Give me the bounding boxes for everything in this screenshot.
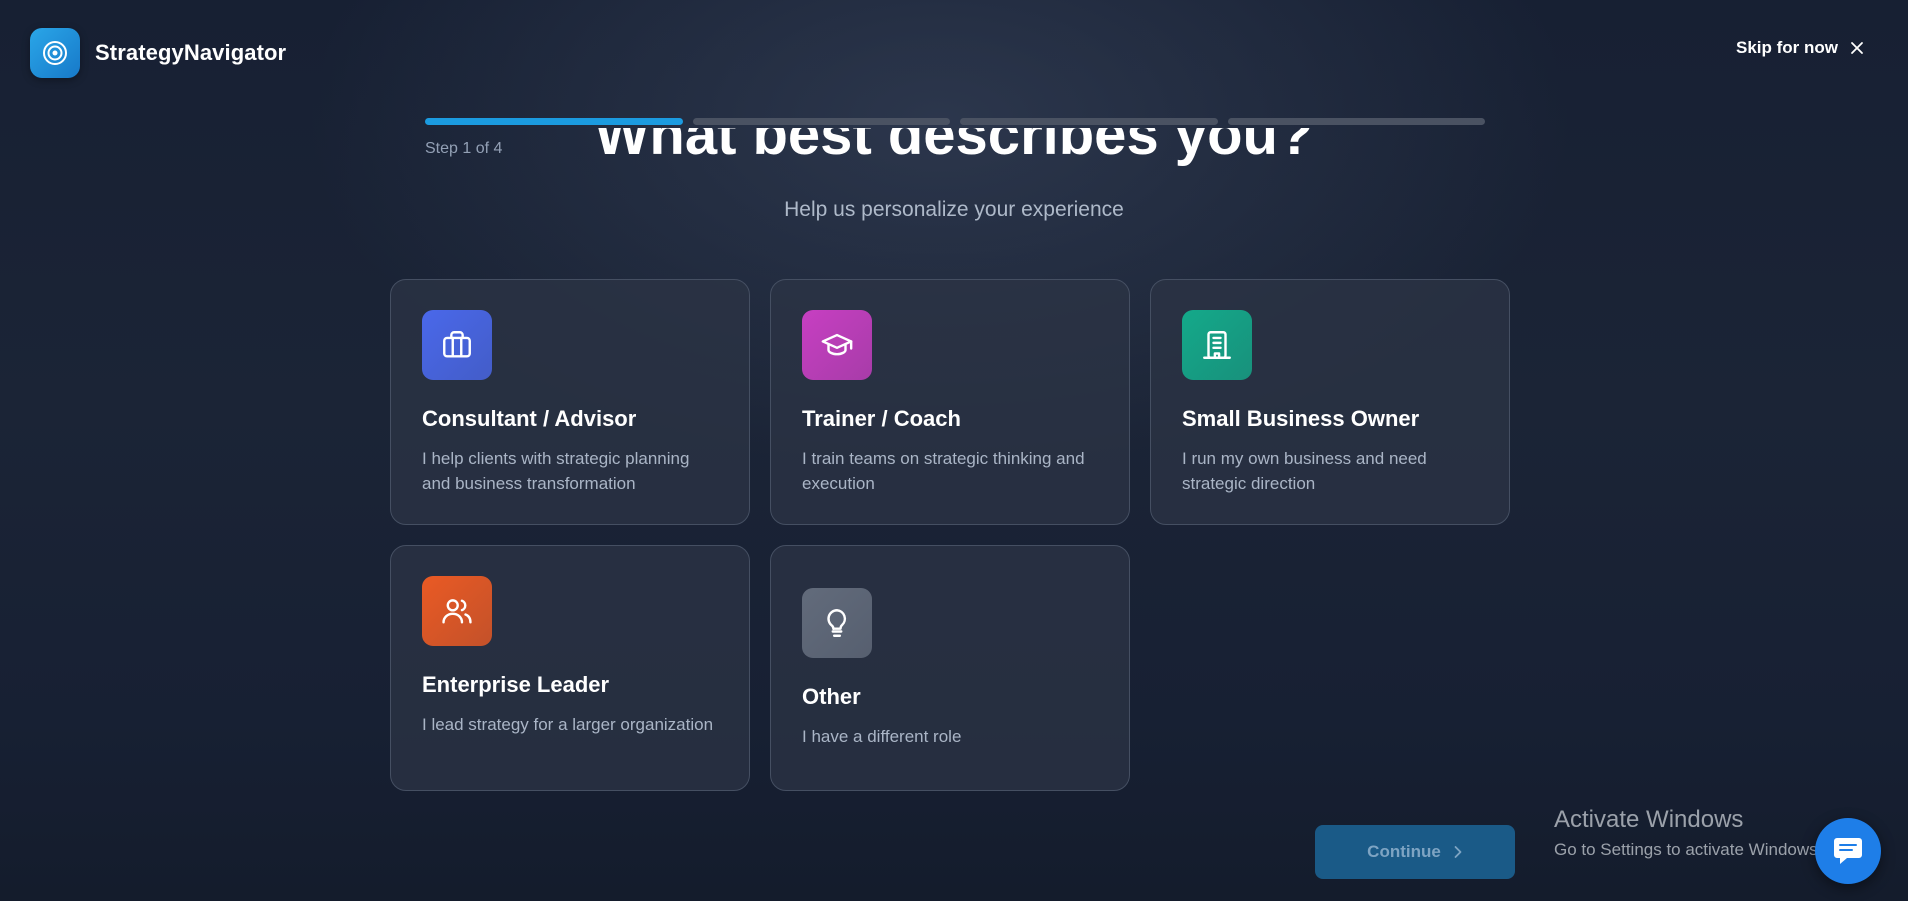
role-icon-box: [422, 310, 492, 380]
lightbulb-icon: [827, 609, 847, 637]
chat-bubble-icon: [1834, 838, 1862, 864]
role-card-small-business[interactable]: Small Business Owner I run my own busine…: [1150, 279, 1510, 525]
progress-bar: [425, 118, 1485, 125]
role-description: I lead strategy for a larger organizatio…: [422, 715, 714, 734]
role-title: Other: [802, 684, 861, 709]
role-icon-box: [802, 588, 872, 658]
role-icon-box: [802, 310, 872, 380]
progress-segment-4: [1227, 118, 1485, 125]
watermark-title: Activate Windows: [1554, 806, 1744, 833]
chat-button[interactable]: [1815, 818, 1881, 884]
close-icon: [1850, 41, 1864, 55]
role-title: Enterprise Leader: [422, 672, 610, 697]
continue-label: Continue: [1367, 842, 1441, 861]
role-description: I help clients with strategic planning a…: [422, 449, 690, 493]
graduation-cap-icon: [821, 333, 853, 356]
target-icon: [43, 41, 67, 65]
progress-segment-2: [692, 118, 950, 125]
page-subtitle: Help us personalize your experience: [784, 198, 1124, 221]
chevron-right-icon: [1454, 846, 1462, 858]
role-title: Trainer / Coach: [802, 406, 961, 431]
watermark-subtitle: Go to Settings to activate Windows.: [1554, 840, 1823, 859]
role-description: I train teams on strategic thinking and …: [802, 449, 1085, 493]
role-description: I have a different role: [802, 727, 962, 746]
app-title: StrategyNavigator: [95, 40, 287, 65]
briefcase-icon: [443, 331, 471, 358]
skip-button[interactable]: Skip for now: [1736, 38, 1864, 58]
step-label: Step 1 of 4: [425, 140, 503, 157]
app-logo: [30, 28, 80, 78]
role-card-trainer[interactable]: Trainer / Coach I train teams on strateg…: [770, 279, 1130, 525]
role-card-consultant[interactable]: Consultant / Advisor I help clients with…: [390, 279, 750, 525]
role-options: Consultant / Advisor I help clients with…: [390, 279, 1510, 791]
role-icon-box: [422, 576, 492, 646]
role-icon-box: [1182, 310, 1252, 380]
progress-segment-3: [960, 118, 1218, 125]
role-card-enterprise[interactable]: Enterprise Leader I lead strategy for a …: [390, 545, 750, 791]
continue-button[interactable]: Continue: [1315, 825, 1515, 879]
activate-windows-watermark: Activate Windows Go to Settings to activ…: [1554, 806, 1822, 860]
skip-label: Skip for now: [1736, 38, 1838, 57]
role-title: Consultant / Advisor: [422, 406, 637, 431]
page-title: What best describes you?: [594, 128, 1314, 167]
role-card-other[interactable]: Other I have a different role: [770, 545, 1130, 791]
users-icon: [442, 599, 472, 624]
progress-segment-1: [425, 118, 683, 125]
role-description: I run my own business and need strategic…: [1182, 449, 1427, 493]
role-title: Small Business Owner: [1182, 406, 1420, 431]
building-icon: [1203, 331, 1231, 359]
